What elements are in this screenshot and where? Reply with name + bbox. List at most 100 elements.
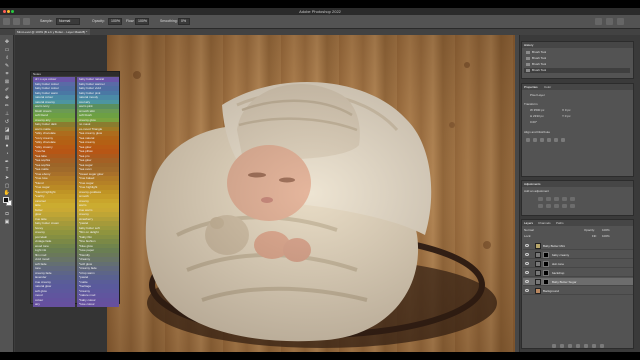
layer-opacity-field[interactable]: 100% (602, 228, 610, 232)
brightness-contrast-icon[interactable] (538, 197, 543, 201)
opacity-field[interactable]: 100% (108, 18, 122, 25)
photoshop-window: Adobe Photoshop 2022 Sample: Normal Opac… (0, 8, 640, 352)
align-top-icon[interactable] (547, 138, 551, 142)
sample-select[interactable]: Normal (56, 18, 80, 25)
align-left-icon[interactable] (526, 138, 530, 142)
width-field[interactable]: W 3500 px (530, 108, 544, 112)
layer-row[interactable]: baby creamy (523, 251, 633, 259)
foreground-color-swatch[interactable] (3, 197, 9, 203)
layer-name: backdrop (552, 271, 565, 275)
blur-tool-icon[interactable]: ● (3, 143, 11, 149)
quick-mask-icon[interactable]: ◘ (3, 211, 11, 217)
history-item[interactable]: Brush Tool (524, 56, 630, 61)
eyedropper-tool-icon[interactable]: ✐ (3, 87, 11, 93)
angle-field[interactable]: 0.00° (530, 120, 537, 124)
layer-row[interactable]: backdrop (523, 269, 633, 277)
brush-preset-icon[interactable] (23, 18, 30, 25)
pen-tool-icon[interactable]: ✒ (3, 159, 11, 165)
tab-properties[interactable]: Properties (524, 84, 538, 90)
history-item-label: Brush Tool (532, 56, 547, 60)
flow-field[interactable]: 100% (135, 18, 149, 25)
type-tool-icon[interactable]: T (3, 167, 11, 173)
visibility-eye-icon[interactable] (525, 244, 529, 247)
move-tool-icon[interactable]: ✥ (3, 39, 11, 45)
note-item[interactable]: *luxe colour (77, 302, 119, 307)
x-field[interactable]: X 0 px (562, 108, 571, 112)
height-field[interactable]: H 2333 px (530, 114, 544, 118)
visibility-eye-icon[interactable] (525, 271, 529, 274)
gradient-tool-icon[interactable]: ▤ (3, 135, 11, 141)
align-bottom-icon[interactable] (561, 138, 565, 142)
black-white-icon[interactable] (554, 204, 559, 208)
delete-layer-icon[interactable] (600, 344, 604, 348)
right-panels: History Brush Tool Brush Tool Brush Tool Br… (515, 35, 640, 352)
path-select-tool-icon[interactable]: ➤ (3, 175, 11, 181)
tab-history[interactable]: History (524, 42, 533, 48)
align-right-icon[interactable] (540, 138, 544, 142)
history-item[interactable]: Brush Tool (524, 50, 630, 55)
add-mask-icon[interactable] (568, 344, 572, 348)
new-group-icon[interactable] (584, 344, 588, 348)
marquee-tool-icon[interactable]: ▭ (3, 47, 11, 53)
hue-saturation-icon[interactable] (538, 204, 543, 208)
visibility-eye-icon[interactable] (525, 280, 529, 283)
link-layers-icon[interactable] (552, 344, 556, 348)
color-balance-icon[interactable] (546, 204, 551, 208)
photo-filter-icon[interactable] (562, 204, 567, 208)
fill-field[interactable]: 100% (602, 234, 610, 238)
channel-mixer-icon[interactable] (570, 204, 575, 208)
layer-row[interactable]: Baby Butter Sugar (523, 278, 633, 286)
brush-tool-icon[interactable] (13, 18, 20, 25)
tab-layers[interactable]: Layers (524, 220, 533, 226)
layer-mask-thumbnail (543, 279, 549, 285)
canvas-area[interactable]: Notes dr t s eye colour baby butter colou… (15, 35, 515, 352)
y-field[interactable]: Y 0 px (562, 114, 570, 118)
layer-row[interactable]: Baby Butter Mini (523, 242, 633, 250)
smoothing-field[interactable]: 0% (178, 18, 190, 25)
document-image[interactable] (107, 35, 515, 352)
brush-tool-icon[interactable]: ✏ (3, 103, 11, 109)
crop-tool-icon[interactable]: ⌗ (3, 71, 11, 77)
new-adjustment-icon[interactable] (576, 344, 580, 348)
quick-select-tool-icon[interactable]: ✎ (3, 63, 11, 69)
tab-adjustments[interactable]: Adjustments (524, 181, 541, 187)
layer-row[interactable]: Background (523, 287, 633, 295)
app-title: Adobe Photoshop 2022 (299, 9, 341, 14)
shape-tool-icon[interactable]: ▢ (3, 183, 11, 189)
layer-row[interactable]: skin tone (523, 260, 633, 268)
share-icon[interactable] (617, 18, 624, 25)
dodge-tool-icon[interactable]: ◔ (3, 151, 11, 157)
eraser-tool-icon[interactable]: ◪ (3, 127, 11, 133)
screen-mode-icon[interactable]: ▣ (3, 219, 11, 225)
hand-tool-icon[interactable]: ✋ (3, 190, 11, 196)
history-brush-tool-icon[interactable]: ↺ (3, 119, 11, 125)
layer-mask-thumbnail (543, 252, 549, 258)
align-middle-icon[interactable] (554, 138, 558, 142)
visibility-eye-icon[interactable] (525, 253, 529, 256)
clone-stamp-tool-icon[interactable]: ⊥ (3, 111, 11, 117)
layer-style-icon[interactable] (560, 344, 564, 348)
visibility-eye-icon[interactable] (525, 262, 529, 265)
new-layer-icon[interactable] (592, 344, 596, 348)
lasso-tool-icon[interactable]: ℓ (3, 55, 11, 61)
history-item[interactable]: Brush Tool (524, 62, 630, 67)
tab-color[interactable]: Color (544, 84, 551, 90)
home-icon[interactable] (3, 18, 10, 25)
exposure-icon[interactable] (562, 197, 567, 201)
vibrance-icon[interactable] (570, 197, 575, 201)
tab-channels[interactable]: Channels (538, 220, 551, 226)
visibility-eye-icon[interactable] (525, 289, 529, 292)
layer-mask-thumbnail (543, 261, 549, 267)
tab-paths[interactable]: Paths (556, 220, 564, 226)
blend-mode-select[interactable]: Normal (524, 228, 534, 232)
curves-icon[interactable] (554, 197, 559, 201)
note-item[interactable]: airy (33, 302, 75, 307)
levels-icon[interactable] (546, 197, 551, 201)
history-item[interactable]: Brush Tool (524, 68, 630, 73)
workspace-icon[interactable] (606, 18, 613, 25)
healing-tool-icon[interactable]: ✚ (3, 95, 11, 101)
align-center-icon[interactable] (533, 138, 537, 142)
frame-tool-icon[interactable]: ⊠ (3, 79, 11, 85)
search-icon[interactable] (595, 18, 602, 25)
title-bar: Adobe Photoshop 2022 (0, 8, 640, 15)
